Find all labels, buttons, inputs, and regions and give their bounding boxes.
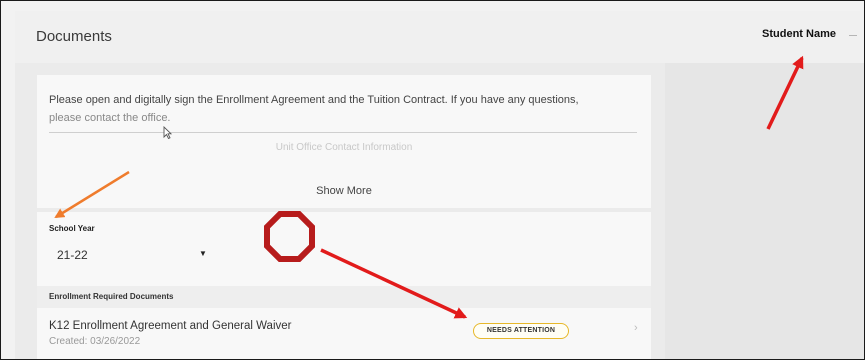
needs-attention-badge: NEEDS ATTENTION <box>473 323 569 339</box>
document-created-date: Created: 03/26/2022 <box>49 336 141 347</box>
mouse-cursor-icon <box>163 126 172 139</box>
side-panel <box>665 63 864 359</box>
show-more-button[interactable]: Show More <box>37 185 651 197</box>
page-title: Documents <box>36 28 112 45</box>
student-name[interactable]: Student Name <box>762 28 836 40</box>
header-divider <box>849 35 857 36</box>
school-year-value: 21-22 <box>57 248 88 262</box>
info-divider <box>49 132 637 133</box>
info-message-line-2: please contact the office. <box>49 112 171 124</box>
required-documents-header: Enrollment Required Documents <box>37 286 651 308</box>
window-frame: Documents Student Name Please open and d… <box>0 0 865 360</box>
info-message: Please open and digitally sign the Enrol… <box>49 91 637 127</box>
document-row[interactable]: K12 Enrollment Agreement and General Wai… <box>37 312 651 352</box>
chevron-right-icon: › <box>634 322 638 334</box>
info-card: Please open and digitally sign the Enrol… <box>37 75 651 208</box>
school-year-select[interactable]: 21-22 ▼ <box>49 245 219 267</box>
document-name: K12 Enrollment Agreement and General Wai… <box>49 320 292 332</box>
contact-info-link[interactable]: Unit Office Contact Information <box>37 142 651 153</box>
main-content: Please open and digitally sign the Enrol… <box>15 63 665 359</box>
school-year-label: School Year <box>49 224 95 233</box>
caret-down-icon: ▼ <box>199 249 207 258</box>
required-documents-title: Enrollment Required Documents <box>49 292 174 301</box>
page-header: Documents Student Name <box>15 11 860 64</box>
info-message-line-1: Please open and digitally sign the Enrol… <box>49 94 579 106</box>
documents-card: School Year 21-22 ▼ Enrollment Required … <box>37 212 651 359</box>
